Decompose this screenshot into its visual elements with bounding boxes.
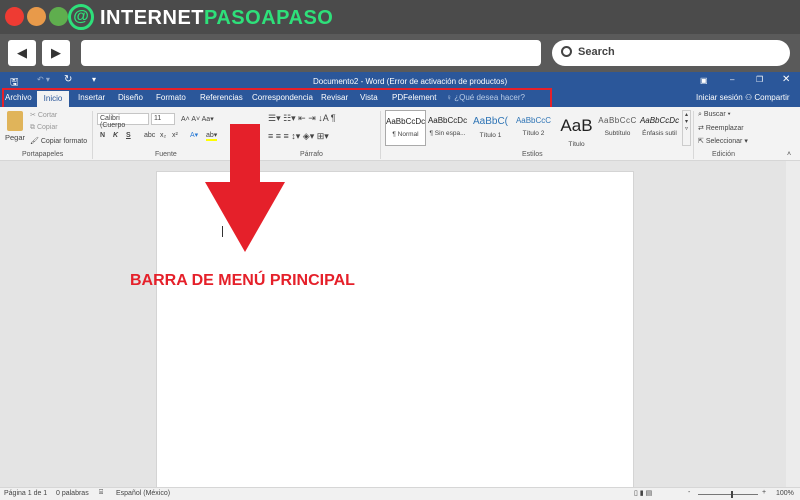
logo: INTERNETPASOAPASO <box>100 7 334 29</box>
style-preview: AaB <box>560 116 593 135</box>
group-label: Estilos <box>522 151 543 158</box>
style-2[interactable]: AaBbC( Título 1 <box>470 110 511 146</box>
paste-button[interactable]: Pegar <box>5 133 25 142</box>
zoom-slider-thumb[interactable] <box>731 491 733 498</box>
font-name-select[interactable]: Calibri (Cuerpo <box>97 113 149 129</box>
replace-button[interactable]: ⇄ Reemplazar <box>698 124 744 132</box>
style-4[interactable]: AaB Título <box>556 110 597 148</box>
style-6[interactable]: AaBbCcDc Énfasis sutil <box>639 110 680 146</box>
zoom-out-button[interactable]: - <box>688 489 690 496</box>
view-icons[interactable]: ▯ ▮ ▤ <box>634 489 652 497</box>
search-input[interactable]: Search <box>552 40 790 66</box>
style-3[interactable]: AaBbCcC Título 2 <box>513 110 554 146</box>
list-icons[interactable]: ☰▾ ☷▾ ⇤ ⇥ ↓A ¶ <box>268 113 336 124</box>
minimize-window-button[interactable] <box>27 7 46 26</box>
zoom-slider[interactable] <box>698 494 758 495</box>
style-name: ¶ Normal <box>392 131 419 138</box>
collapse-ribbon-icon[interactable]: ˄ <box>787 151 791 158</box>
back-button[interactable]: ◀ <box>8 40 36 66</box>
zoom-in-button[interactable]: + <box>762 489 766 496</box>
paste-icon <box>7 111 23 131</box>
vertical-scrollbar[interactable] <box>786 161 800 487</box>
red-arrow <box>205 124 285 252</box>
person-icon: ⚇ <box>745 93 755 102</box>
search-icon <box>561 46 572 57</box>
language[interactable]: Español (México) <box>116 490 170 497</box>
style-preview: AaBbCcDc <box>427 116 468 125</box>
browser-titlebar: @ INTERNETPASOAPASO <box>0 0 800 34</box>
address-bar[interactable] <box>81 40 541 66</box>
ribbon: Pegar ✂ Cortar ⧉ Copiar 🖌 Copiar formato… <box>0 107 800 161</box>
sign-in-link[interactable]: Iniciar sesión <box>696 93 743 102</box>
status-bar: Página 1 de 1 0 palabras ⌸ Español (Méxi… <box>0 487 800 500</box>
font-size-select[interactable]: 11 <box>151 113 175 125</box>
proofing-icon[interactable]: ⌸ <box>99 489 103 497</box>
highlight-box <box>2 88 552 109</box>
select-button[interactable]: ⇱ Seleccionar ▾ <box>698 137 748 145</box>
style-5[interactable]: AaBbCcC Subtítulo <box>597 110 638 146</box>
format-painter-button[interactable]: 🖌 Copiar formato <box>30 137 87 145</box>
maximize-window-button[interactable] <box>49 7 68 26</box>
style-name: ¶ Sin espa... <box>429 130 466 137</box>
document-title: Documento2 - Word (Error de activación d… <box>313 77 508 86</box>
divider <box>92 111 93 159</box>
group-label: Fuente <box>155 151 177 158</box>
group-label: Párrafo <box>300 151 323 158</box>
forward-button[interactable]: ▶ <box>42 40 70 66</box>
annotation-label: BARRA DE MENÚ PRINCIPAL <box>130 272 355 289</box>
style-1[interactable]: AaBbCcDc ¶ Sin espa... <box>427 110 468 146</box>
style-preview: AaBbC( <box>472 116 508 127</box>
page-count[interactable]: Página 1 de 1 <box>4 490 47 497</box>
divider <box>380 111 381 159</box>
logo-icon: @ <box>68 4 94 30</box>
style-preview: AaBbCcC <box>598 116 637 125</box>
zoom-level[interactable]: 100% <box>776 490 794 497</box>
undo-icon[interactable]: ↶ ▾ <box>37 75 50 84</box>
close-icon[interactable]: ✕ <box>782 74 790 85</box>
copy-button[interactable]: ⧉ Copiar <box>30 124 58 132</box>
divider <box>693 111 694 159</box>
style-name: Título 2 <box>522 130 545 137</box>
customize-icon[interactable]: ▾ <box>92 75 96 84</box>
style-preview: AaBbCcC <box>515 116 552 125</box>
share-button[interactable]: ⚇ Compartir <box>745 93 790 102</box>
group-label: Portapapeles <box>22 151 64 158</box>
style-preview: AaBbCcDc <box>639 116 680 125</box>
close-window-button[interactable] <box>5 7 24 26</box>
style-0[interactable]: AaBbCcDc ¶ Normal <box>385 110 426 146</box>
restore-icon[interactable]: ❐ <box>756 75 763 84</box>
style-name: Título <box>568 141 585 148</box>
text-effects-icon[interactable]: A▾ <box>190 131 198 139</box>
style-preview: AaBbCcDc <box>386 117 426 126</box>
superscript-button[interactable]: x² <box>172 132 178 139</box>
italic-button[interactable]: K <box>113 132 118 139</box>
arrow-shape <box>205 124 285 252</box>
strikethrough-button[interactable]: abc <box>144 132 155 139</box>
group-label: Edición <box>712 151 735 158</box>
styles-scroll[interactable]: ▴ ▾ ▿ <box>682 110 691 146</box>
minimize-icon[interactable]: – <box>730 75 734 84</box>
find-button[interactable]: ⌕ Buscar ▾ <box>698 111 731 119</box>
cut-button[interactable]: ✂ Cortar <box>30 111 57 119</box>
browser-toolbar: ◀ ▶ Search <box>0 34 800 72</box>
style-name: Título 1 <box>479 132 502 139</box>
underline-button[interactable]: S <box>126 132 131 139</box>
redo-icon[interactable]: ↻ <box>64 74 72 85</box>
subscript-button[interactable]: x₂ <box>160 132 166 139</box>
style-name: Subtítulo <box>604 130 631 137</box>
word-count[interactable]: 0 palabras <box>56 490 89 497</box>
bold-button[interactable]: N <box>100 132 105 139</box>
ribbon-display-icon[interactable]: ▣ <box>700 76 708 85</box>
style-name: Énfasis sutil <box>642 130 677 137</box>
grow-font-icon[interactable]: A˄ A˅ Aa▾ <box>181 115 214 123</box>
